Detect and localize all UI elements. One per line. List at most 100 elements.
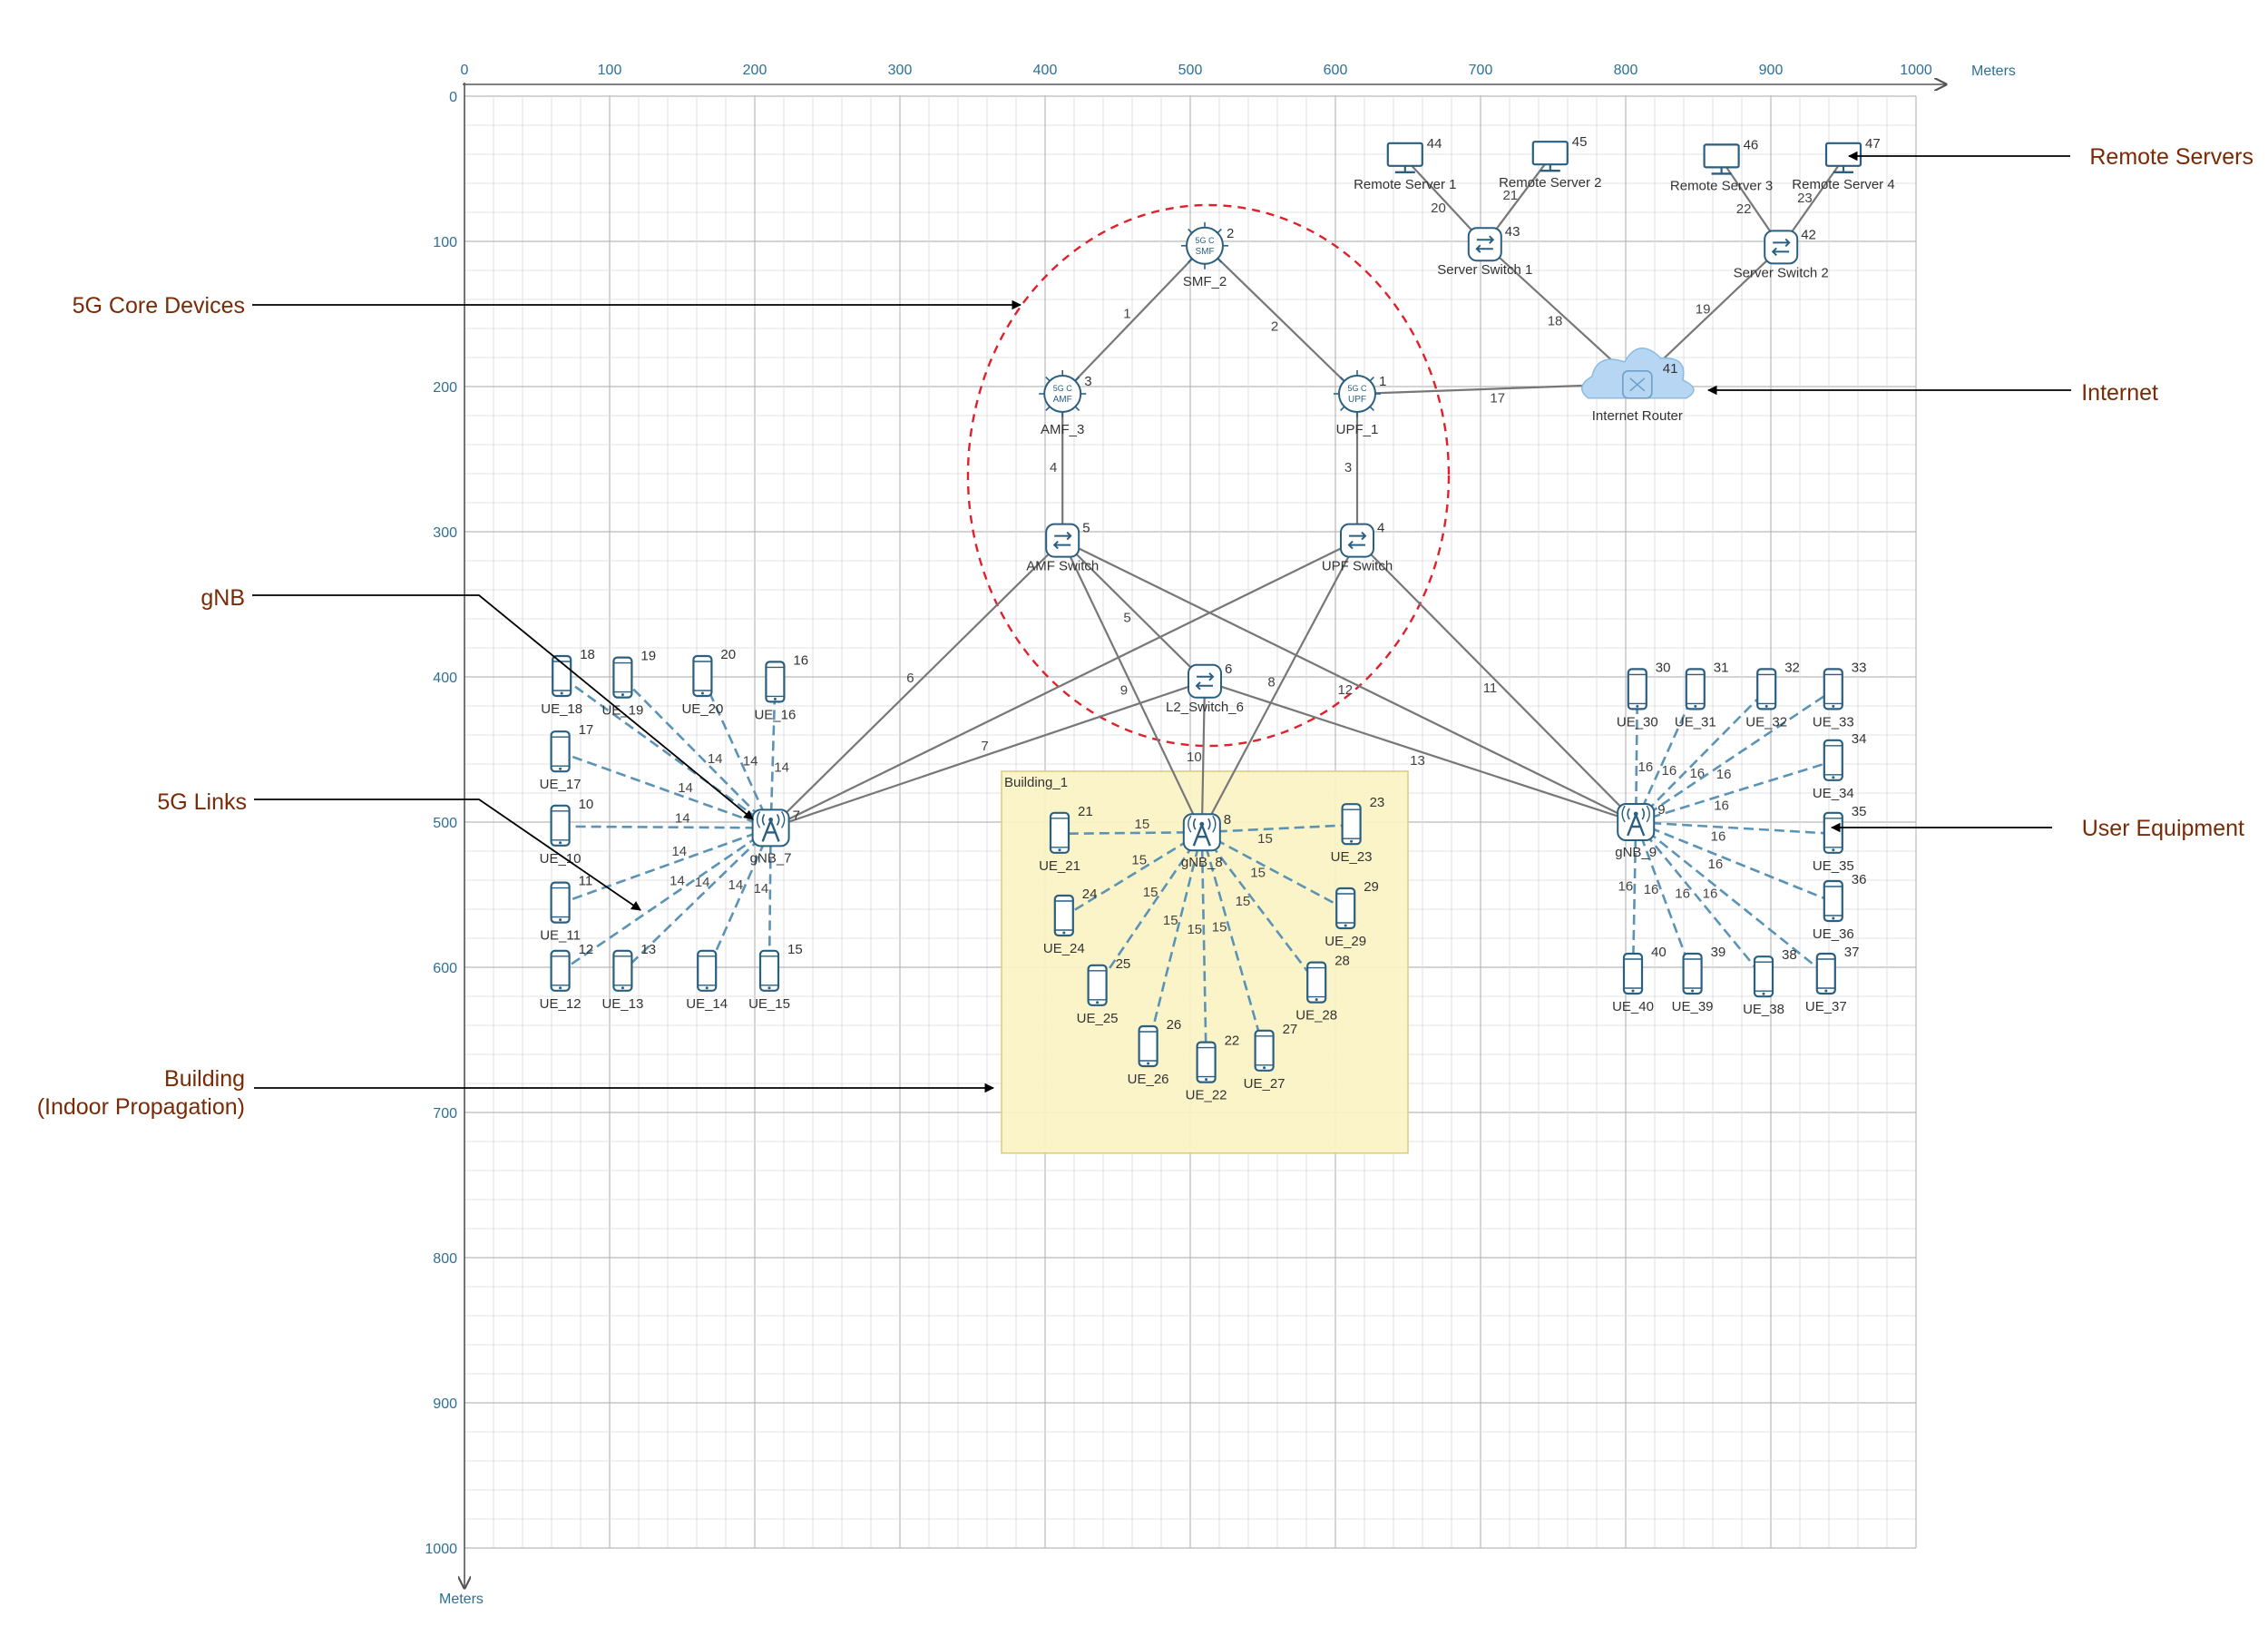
device-ue-12[interactable]: UE_12 12	[540, 942, 594, 1012]
link-label: 20	[1431, 201, 1446, 216]
device-id: 6	[1225, 661, 1232, 677]
x-tick-label: 800	[1614, 63, 1638, 78]
device-ue-39[interactable]: UE_39 39	[1672, 945, 1726, 1014]
wireless-link[interactable]	[1635, 820, 1834, 904]
callout-label: User Equipment	[2082, 816, 2244, 841]
wireless-link[interactable]	[560, 825, 771, 829]
device-ue-18[interactable]: UE_18 18	[541, 647, 595, 717]
device-ue-10[interactable]: UE_10 10	[540, 797, 594, 867]
wireless-link[interactable]	[769, 682, 777, 828]
wireless-link[interactable]	[1636, 820, 1833, 836]
device-l2-6[interactable]: L2_Switch_6 6	[1166, 661, 1244, 715]
device-label: UE_27	[1244, 1076, 1286, 1092]
device-ir41[interactable]: Internet Router 41	[1581, 348, 1695, 424]
callout-label: 5G Links	[157, 789, 247, 815]
link-label: 23	[1797, 191, 1813, 206]
device-id: 27	[1283, 1022, 1298, 1037]
device-ue-31[interactable]: UE_31 31	[1675, 660, 1729, 730]
network-topology-canvas[interactable]: Meters Meters 0 100 200 300 400 500 600 700 800 9…	[0, 0, 2268, 1646]
device-ue-38[interactable]: UE_38 38	[1743, 947, 1797, 1017]
device-id: 3	[1084, 374, 1091, 389]
link-label: 15	[1236, 894, 1251, 909]
link-label: 14	[670, 874, 685, 889]
device-id: 15	[787, 942, 803, 957]
link-label: 16	[1618, 878, 1634, 894]
x-axis-unit: Meters	[1971, 64, 2016, 79]
device-upf-sw[interactable]: UPF Switch 4	[1322, 521, 1393, 574]
y-tick-label: 400	[433, 671, 457, 686]
device-ue-14[interactable]: UE_14	[686, 949, 728, 1012]
device-rs3[interactable]: Remote Server 3 46	[1670, 137, 1773, 193]
device-amf-sw[interactable]: AMF Switch 5	[1026, 521, 1099, 574]
device-ss2[interactable]: Server Switch 2 42	[1734, 227, 1829, 280]
link-label: 14	[743, 753, 758, 769]
device-id: 45	[1572, 134, 1588, 150]
core-function-icon	[1338, 375, 1376, 413]
switch-icon	[1045, 523, 1080, 558]
wireless-link[interactable]	[1635, 689, 1834, 824]
wired-link[interactable]	[1061, 245, 1206, 395]
link-label: 15	[1131, 853, 1147, 868]
y-tick-label: 100	[433, 235, 457, 250]
core-badge-top: 5G C	[1347, 384, 1367, 393]
device-ue-15[interactable]: UE_15 15	[748, 942, 803, 1012]
link-label: 10	[1187, 750, 1202, 765]
device-ue-35[interactable]: UE_35 35	[1813, 804, 1867, 874]
links: 123456789101112131718192021222314 14 14141…	[559, 156, 1844, 1063]
device-smf-2[interactable]: 5G C SMF SMF_2 2	[1181, 221, 1234, 289]
device-id: 34	[1852, 731, 1867, 747]
device-ue-33[interactable]: UE_33 33	[1813, 660, 1867, 730]
device-ue-20[interactable]: UE_20 20	[681, 647, 736, 717]
link-label: 7	[981, 739, 988, 754]
core-function-icon	[1186, 226, 1224, 265]
device-label: UE_19	[601, 703, 643, 719]
device-label: UE_21	[1039, 858, 1080, 874]
device-label: UE_16	[754, 707, 796, 722]
link-label: 11	[1483, 681, 1498, 696]
device-id: 35	[1852, 804, 1867, 819]
device-label: UE_37	[1805, 999, 1847, 1014]
monitor-icon	[1824, 142, 1862, 167]
device-ue-17[interactable]: UE_17 17	[540, 722, 594, 792]
device-id: 39	[1711, 945, 1726, 960]
device-id: 1	[1379, 374, 1386, 389]
device-label: UE_15	[748, 996, 790, 1012]
device-ue-32[interactable]: UE_32 32	[1745, 660, 1800, 730]
device-label: UE_30	[1617, 714, 1658, 730]
device-rs4[interactable]: Remote Server 4 47	[1792, 136, 1894, 192]
link-label: 16	[1644, 882, 1659, 897]
device-label: gNB_8	[1181, 855, 1223, 870]
device-id: 40	[1651, 945, 1667, 960]
callout-label: Remote Servers	[2089, 144, 2253, 170]
link-label: 17	[1490, 390, 1505, 406]
device-ue-36[interactable]: UE_36 36	[1813, 872, 1867, 942]
device-label: AMF Switch	[1026, 559, 1099, 574]
device-ue-40[interactable]: UE_40 40	[1612, 945, 1667, 1014]
switch-icon	[1467, 227, 1502, 262]
device-ue-16[interactable]: UE_16 16	[754, 652, 808, 722]
link-label: 13	[1410, 753, 1425, 769]
device-id: 26	[1167, 1017, 1182, 1033]
device-id: 10	[579, 797, 594, 812]
device-gnb-7[interactable]: gNB_7 7	[750, 808, 800, 866]
device-ue-30[interactable]: UE_30 30	[1617, 660, 1671, 730]
device-id: 16	[793, 652, 808, 668]
device-id: 44	[1427, 136, 1442, 152]
device-upf-1[interactable]: 5G C UPF UPF_1 1	[1334, 370, 1386, 437]
wired-link[interactable]	[1204, 245, 1358, 395]
device-id: 37	[1844, 945, 1860, 960]
device-rs2[interactable]: Remote Server 2 45	[1499, 134, 1601, 191]
device-ue-11[interactable]: UE_1111	[540, 874, 592, 944]
device-amf-3[interactable]: 5G C AMF AMF_3 3	[1039, 370, 1092, 437]
device-id: 23	[1370, 795, 1385, 810]
device-label: UE_29	[1325, 934, 1366, 949]
device-rs1[interactable]: Remote Server 1 44	[1354, 136, 1456, 192]
device-ue-37[interactable]: UE_37 37	[1805, 945, 1860, 1014]
y-tick-label: 800	[433, 1251, 457, 1267]
y-tick-label: 200	[433, 380, 457, 396]
link-label: 6	[906, 671, 914, 686]
device-id: 9	[1657, 802, 1665, 818]
device-id: 29	[1364, 879, 1379, 895]
device-label: UE_17	[540, 777, 582, 792]
device-label: Remote Server 3	[1670, 178, 1773, 193]
